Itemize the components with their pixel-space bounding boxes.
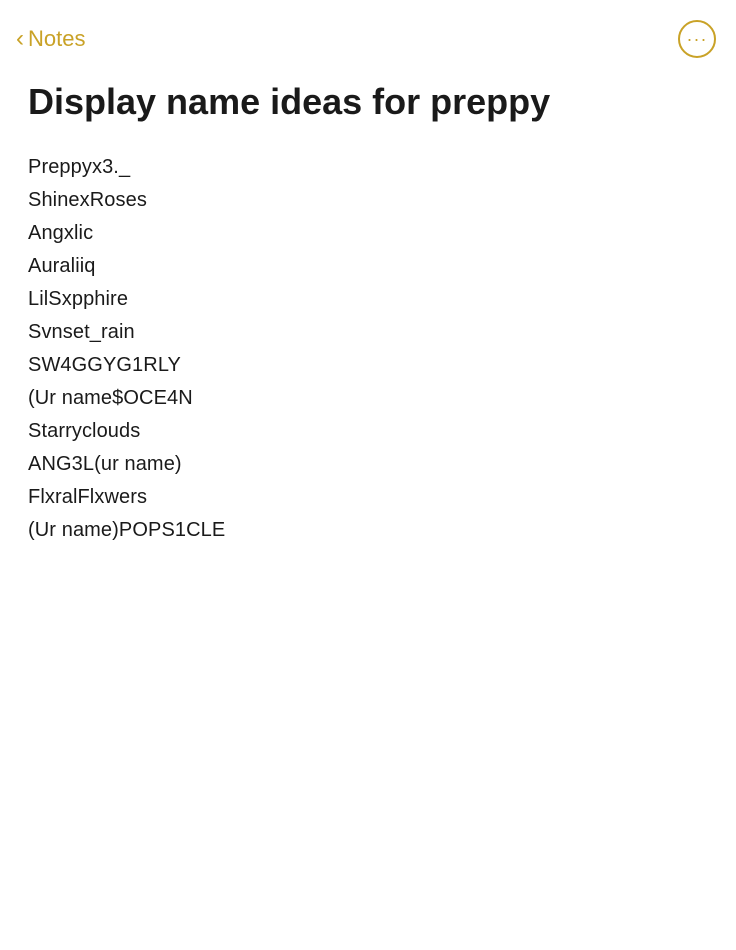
note-title: Display name ideas for preppy	[28, 80, 708, 123]
chevron-left-icon: ‹	[16, 27, 24, 51]
note-content: Display name ideas for preppy Preppyx3._…	[0, 70, 736, 587]
top-bar: ‹ Notes ···	[0, 0, 736, 70]
list-item: ANG3L(ur name)	[28, 448, 708, 481]
list-item: Starryclouds	[28, 415, 708, 448]
list-item: SW4GGYG1RLY	[28, 349, 708, 382]
back-label: Notes	[28, 26, 85, 52]
list-item: Svnset_rain	[28, 316, 708, 349]
list-item: LilSxpphire	[28, 283, 708, 316]
list-item: ShinexRoses	[28, 184, 708, 217]
note-items-list: Preppyx3._ShinexRosesAngxlicAuraliiqLilS…	[28, 151, 708, 547]
back-button[interactable]: ‹ Notes	[16, 26, 85, 52]
list-item: (Ur name$OCE4N	[28, 382, 708, 415]
list-item: Preppyx3._	[28, 151, 708, 184]
list-item: Angxlic	[28, 217, 708, 250]
list-item: (Ur name)POPS1CLE	[28, 514, 708, 547]
ellipsis-icon: ···	[687, 29, 708, 50]
list-item: FlxralFlxwers	[28, 481, 708, 514]
more-options-button[interactable]: ···	[678, 20, 716, 58]
list-item: Auraliiq	[28, 250, 708, 283]
